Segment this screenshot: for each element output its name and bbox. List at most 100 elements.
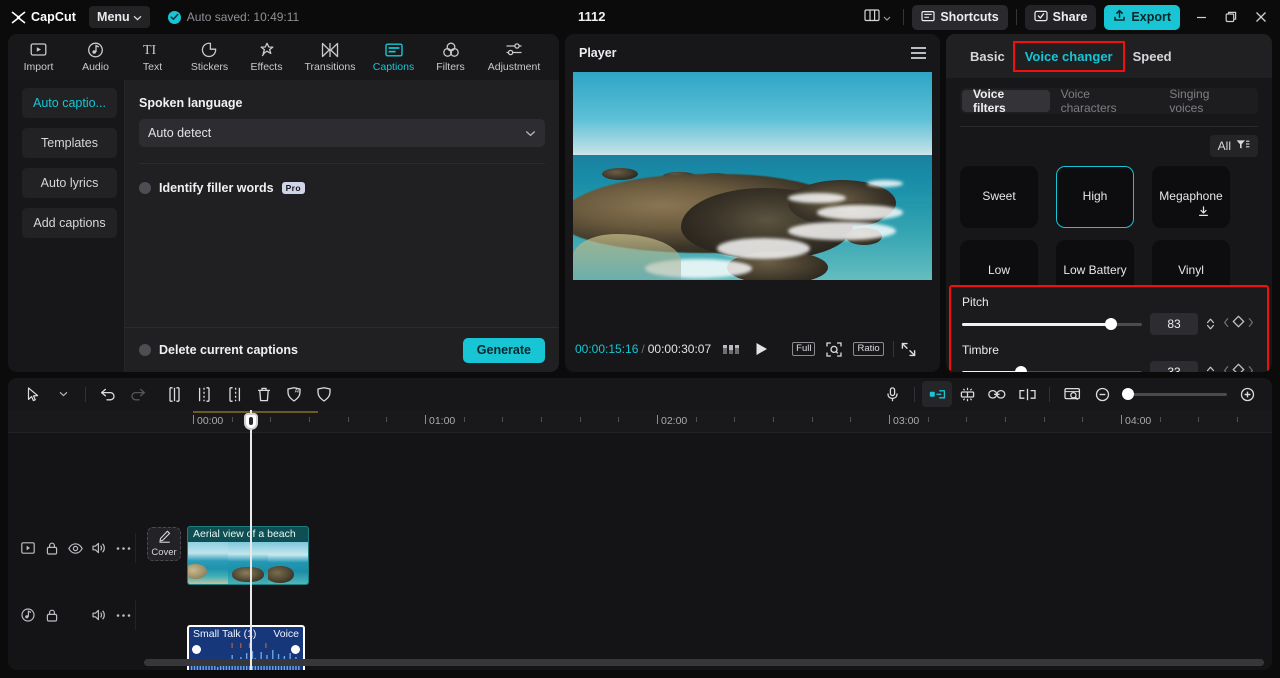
preview-icon[interactable] <box>1057 381 1087 407</box>
microphone-icon[interactable] <box>877 381 907 407</box>
pitch-slider[interactable] <box>962 318 1142 330</box>
nav-item-effects[interactable]: Effects <box>238 34 295 80</box>
redo-icon[interactable] <box>123 381 153 407</box>
sidebar-item-auto-lyrics[interactable]: Auto lyrics <box>22 168 117 198</box>
track-audio-icon[interactable] <box>16 604 40 626</box>
transitions-icon <box>321 41 339 58</box>
nav-item-text[interactable]: TI Text <box>124 34 181 80</box>
detach-audio-icon[interactable] <box>1012 381 1042 407</box>
export-button[interactable]: Export <box>1104 4 1180 30</box>
generate-button[interactable]: Generate <box>462 337 545 363</box>
eye-icon[interactable] <box>64 537 88 559</box>
auto-reframe-icon[interactable]: AI <box>279 381 309 407</box>
trim-left-icon[interactable] <box>189 381 219 407</box>
minimize-button[interactable] <box>1186 2 1216 32</box>
cover-button[interactable]: Cover <box>147 527 181 561</box>
delete-icon[interactable] <box>249 381 279 407</box>
audio-clip-handle-right[interactable] <box>291 645 300 654</box>
fullscreen-icon[interactable] <box>901 342 916 357</box>
download-icon[interactable] <box>1198 206 1209 221</box>
lock-icon[interactable] <box>40 604 64 626</box>
segment-voice-characters[interactable]: Voice characters <box>1050 87 1159 115</box>
stabilize-icon[interactable] <box>309 381 339 407</box>
nav-item-transitions[interactable]: Transitions <box>295 34 365 80</box>
nav-item-import[interactable]: Import <box>10 34 67 80</box>
zoom-in-icon[interactable] <box>1232 381 1262 407</box>
undo-icon[interactable] <box>93 381 123 407</box>
timbre-keyframe-controls[interactable] <box>1223 363 1254 372</box>
more-icon[interactable] <box>111 604 135 626</box>
player-title: Player <box>579 46 617 60</box>
keyframe-add-icon[interactable] <box>1232 315 1245 333</box>
player-menu-icon[interactable] <box>911 47 926 59</box>
video-clip[interactable]: Aerial view of a beach <box>187 526 309 585</box>
keyframe-prev-icon[interactable] <box>1223 315 1230 333</box>
nav-item-filters[interactable]: Filters <box>422 34 479 80</box>
select-tool-chevron-down-icon[interactable] <box>48 381 78 407</box>
crop-icon[interactable] <box>826 341 843 357</box>
close-button[interactable] <box>1246 2 1276 32</box>
segment-singing-voices[interactable]: Singing voices <box>1158 87 1256 115</box>
playhead[interactable] <box>244 410 258 670</box>
layout-button[interactable] <box>860 5 895 29</box>
identify-filler-words-row[interactable]: Identify filler words Pro <box>139 181 545 195</box>
delete-current-captions-checkbox[interactable] <box>139 344 151 356</box>
timeline-horizontal-scrollbar[interactable] <box>144 659 1264 666</box>
nav-item-adjustment[interactable]: Adjustment <box>479 34 549 80</box>
delete-current-captions-row[interactable]: Delete current captions <box>139 343 298 357</box>
timbre-slider[interactable] <box>962 366 1142 372</box>
sidebar-item-templates[interactable]: Templates <box>22 128 117 158</box>
timeline-zoom-slider[interactable] <box>1122 388 1227 400</box>
select-tool-icon[interactable] <box>18 381 48 407</box>
timbre-stepper[interactable] <box>1206 365 1215 372</box>
keyframe-add-icon[interactable] <box>1232 363 1245 372</box>
pitch-keyframe-controls[interactable] <box>1223 315 1254 333</box>
voice-tile-sweet[interactable]: Sweet <box>960 166 1038 228</box>
nav-item-audio[interactable]: Audio <box>67 34 124 80</box>
zoom-out-icon[interactable] <box>1087 381 1117 407</box>
playhead-knob[interactable] <box>244 413 258 430</box>
timeline-zoom-knob[interactable] <box>1122 388 1134 400</box>
sidebar-item-auto-captions[interactable]: Auto captio... <box>22 88 117 118</box>
tab-voice-changer[interactable]: Voice changer <box>1012 40 1125 72</box>
mirror-icon[interactable] <box>922 381 952 407</box>
timbre-value[interactable]: 33 <box>1150 361 1198 372</box>
tab-basic[interactable]: Basic <box>960 43 1015 70</box>
volume-icon[interactable] <box>88 604 112 626</box>
segment-voice-filters[interactable]: Voice filters <box>962 87 1050 115</box>
quality-icon[interactable] <box>723 344 741 355</box>
keyframe-next-icon[interactable] <box>1247 363 1254 372</box>
identify-filler-words-checkbox[interactable] <box>139 182 151 194</box>
keyframe-prev-icon[interactable] <box>1223 363 1230 372</box>
shortcuts-button[interactable]: Shortcuts <box>912 4 1008 30</box>
full-button[interactable]: Full <box>792 341 816 357</box>
sidebar-item-add-captions[interactable]: Add captions <box>22 208 117 238</box>
pitch-value[interactable]: 83 <box>1150 313 1198 335</box>
nav-item-stickers[interactable]: Stickers <box>181 34 238 80</box>
timeline-ruler[interactable]: 00:00 01:00 02:00 03:00 04:00 <box>8 410 1272 433</box>
menu-button[interactable]: Menu <box>89 6 150 28</box>
spoken-language-select[interactable]: Auto detect <box>139 119 545 147</box>
trim-right-icon[interactable] <box>219 381 249 407</box>
video-track-header <box>8 533 136 563</box>
share-button[interactable]: Share <box>1024 4 1097 30</box>
play-icon[interactable] <box>755 342 768 356</box>
ratio-button[interactable]: Ratio <box>853 341 884 357</box>
adjust-icon[interactable] <box>952 381 982 407</box>
link-icon[interactable] <box>982 381 1012 407</box>
voice-tile-megaphone[interactable]: Megaphone <box>1152 166 1230 228</box>
video-preview[interactable] <box>573 72 932 280</box>
split-icon[interactable] <box>159 381 189 407</box>
tab-speed[interactable]: Speed <box>1123 43 1182 70</box>
all-filter-button[interactable]: All <box>1209 135 1258 157</box>
keyframe-next-icon[interactable] <box>1247 315 1254 333</box>
nav-item-captions[interactable]: Captions <box>365 34 422 80</box>
audio-clip-handle-left[interactable] <box>192 645 201 654</box>
maximize-button[interactable] <box>1216 2 1246 32</box>
voice-tile-high[interactable]: High <box>1056 166 1134 228</box>
volume-icon[interactable] <box>87 537 111 559</box>
more-icon[interactable] <box>111 537 135 559</box>
track-video-icon[interactable] <box>16 537 40 559</box>
lock-icon[interactable] <box>40 537 64 559</box>
pitch-stepper[interactable] <box>1206 317 1215 331</box>
